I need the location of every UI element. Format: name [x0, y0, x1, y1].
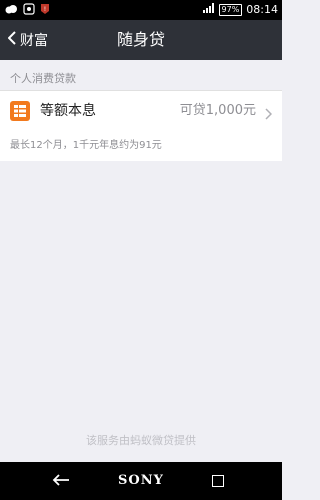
section-header: 个人消费贷款: [10, 72, 76, 85]
loan-note: 最长12个月，1千元年息约为91元: [0, 131, 282, 161]
battery-indicator: 97%: [218, 3, 243, 16]
system-navigation-bar: SONY: [0, 462, 282, 500]
clock: 08:14: [246, 3, 278, 16]
app-notification-icon: [23, 3, 35, 18]
brand-logo: SONY: [118, 473, 164, 488]
list-doc-icon: [10, 101, 30, 121]
loan-name: 等额本息: [40, 103, 96, 119]
back-button[interactable]: 财富: [7, 20, 48, 60]
status-bar: ! 97% 08:14: [0, 0, 282, 20]
signal-icon: [202, 3, 215, 16]
recent-apps-icon[interactable]: [212, 475, 224, 487]
weather-icon: [4, 4, 18, 17]
loan-note-text: 最长12个月，1千元年息约为91元: [10, 140, 162, 151]
alert-notification-icon: !: [40, 3, 50, 18]
navigation-bar: 财富 随身贷: [0, 20, 282, 60]
back-label: 财富: [20, 33, 48, 49]
loan-option-row[interactable]: 等额本息 可贷1,000元: [0, 90, 282, 132]
back-arrow-icon[interactable]: [52, 472, 70, 491]
provider-footer: 该服务由蚂蚁微贷提供: [86, 434, 196, 447]
chevron-right-icon: [265, 105, 273, 124]
svg-text:!: !: [44, 6, 46, 13]
chevron-left-icon: [7, 31, 16, 49]
loan-amount: 可贷1,000元: [179, 103, 256, 118]
